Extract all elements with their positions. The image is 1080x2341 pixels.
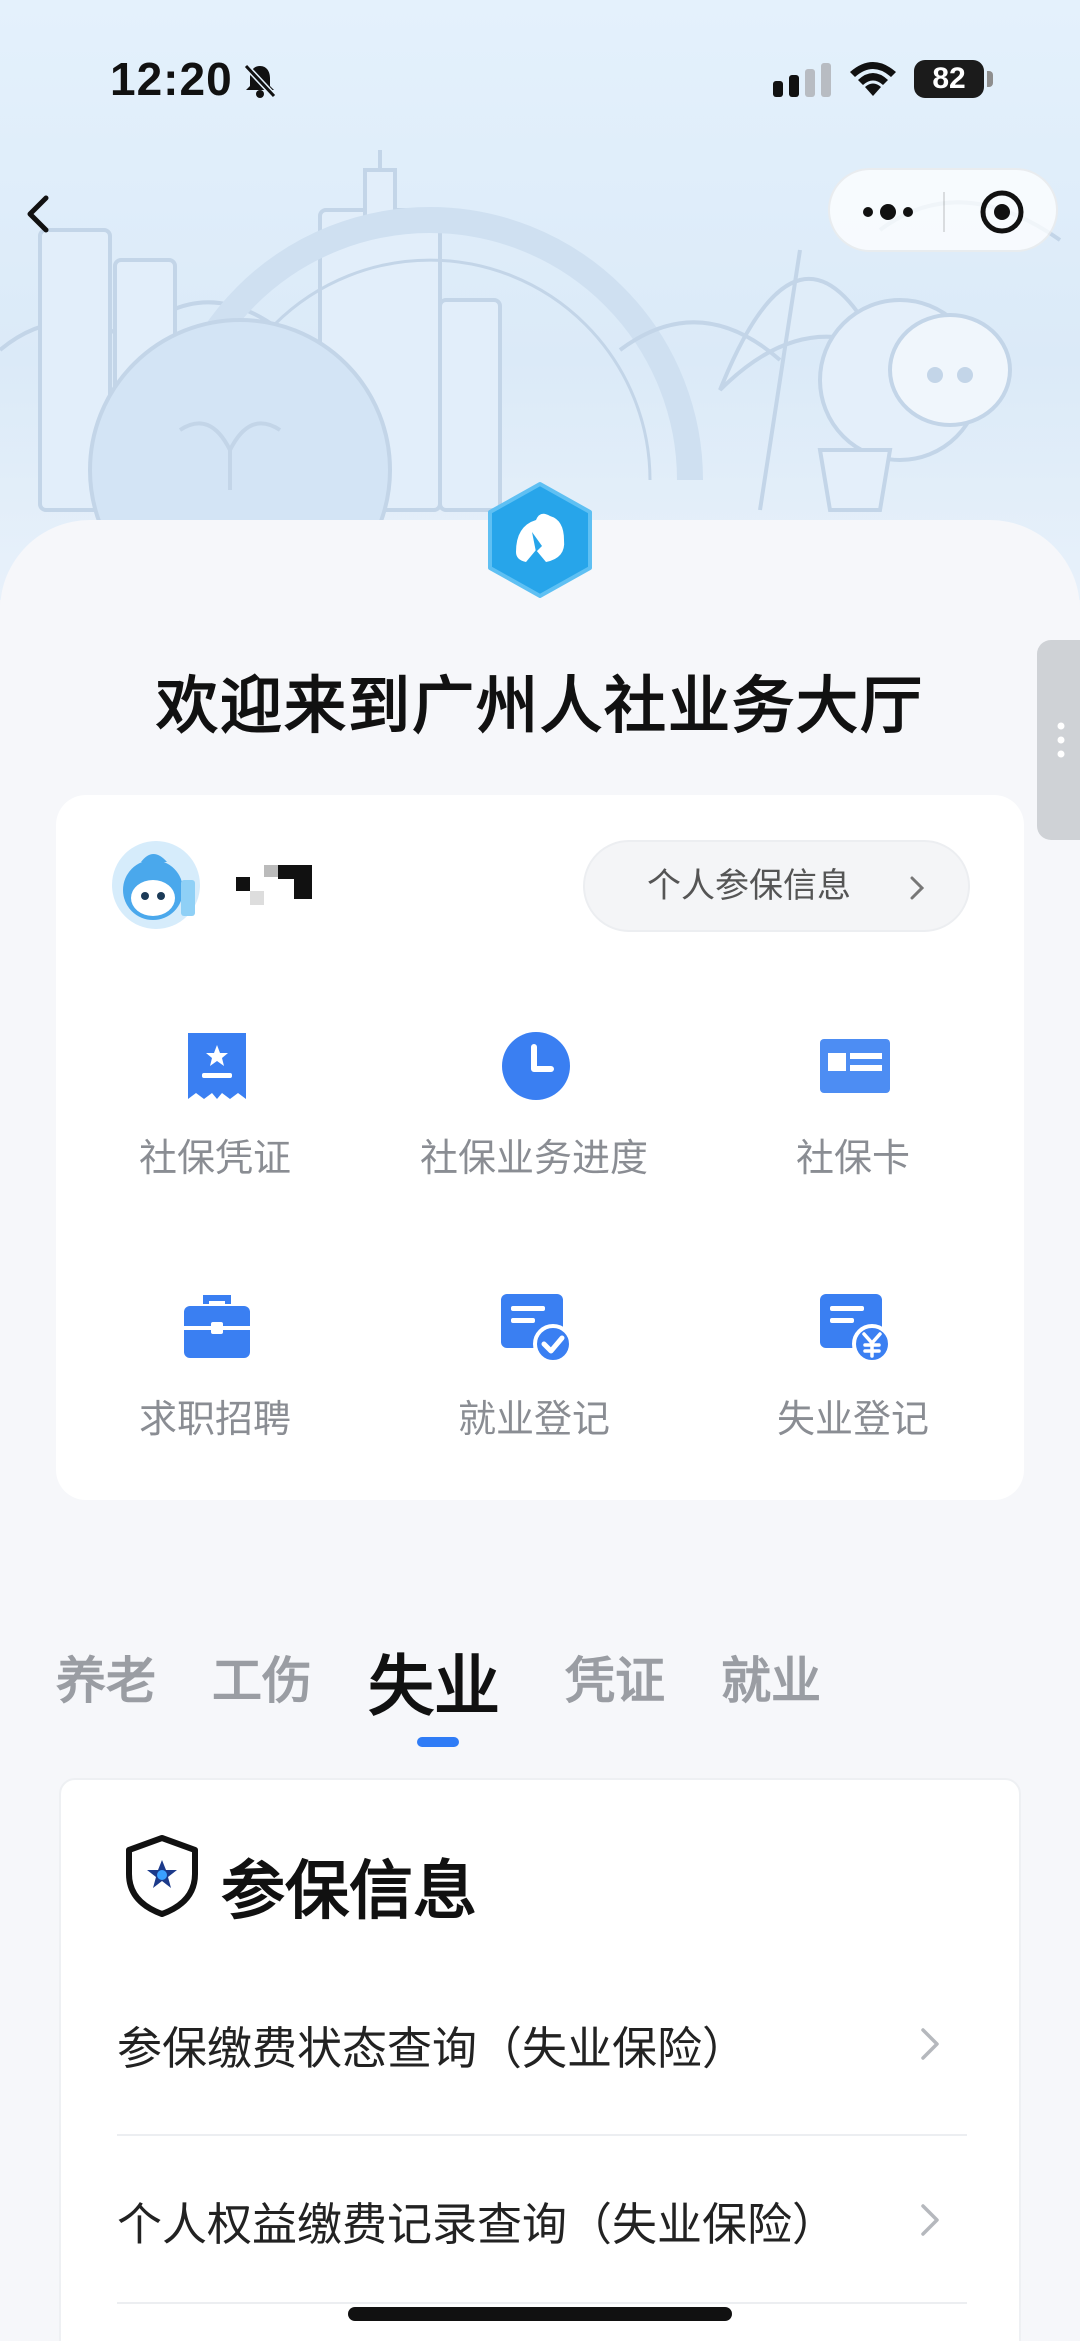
hexagon-logo-icon: [488, 482, 592, 598]
drag-dots-icon: [1057, 722, 1065, 758]
user-name-masked: [236, 865, 312, 905]
service-label: 社保卡: [795, 1136, 910, 1180]
avatar-icon[interactable]: [111, 840, 201, 930]
info-button-label: 个人参保信息: [647, 866, 851, 906]
list-item-payment-status-query[interactable]: 参保缴费状态查询（失业保险）: [117, 1960, 967, 2126]
active-tab-indicator: [417, 1737, 459, 1747]
service-social-security-certificate[interactable]: 社保凭证: [65, 1029, 365, 1229]
battery-icon: 82: [914, 60, 984, 98]
certificate-icon: [188, 1033, 246, 1099]
service-label: 求职招聘: [138, 1397, 291, 1441]
service-job-recruitment[interactable]: 求职招聘: [65, 1290, 365, 1490]
more-icon[interactable]: [860, 197, 916, 227]
register-yen-icon: [820, 1294, 892, 1364]
chevron-right-icon: [921, 2028, 939, 2060]
side-drawer-handle[interactable]: [1037, 640, 1080, 840]
capsule-divider: [943, 192, 945, 232]
service-label: 社保业务进度: [419, 1136, 648, 1180]
tab-employment[interactable]: 就业: [721, 1641, 821, 1713]
service-employment-registration[interactable]: 就业登记: [384, 1290, 684, 1490]
list-item-label: 个人权益缴费记录查询（失业保险）: [117, 2198, 838, 2251]
battery-cap: [987, 71, 993, 87]
service-label: 社保凭证: [138, 1136, 291, 1180]
wifi-icon: [850, 62, 896, 96]
shield-star-icon: [126, 1835, 198, 1917]
page-title: 欢迎来到广州人社业务大厅: [155, 669, 924, 742]
tab-pension[interactable]: 养老: [56, 1641, 156, 1713]
back-button[interactable]: [14, 190, 62, 238]
list-divider: [117, 2302, 967, 2304]
tab-unemployment[interactable]: 失业: [368, 1633, 500, 1729]
section-title: 参保信息: [221, 1855, 477, 1929]
chevron-right-icon: [910, 876, 925, 900]
bell-muted-icon: [243, 63, 277, 99]
chevron-right-icon: [921, 2204, 939, 2236]
status-bar: 12:20 82: [0, 0, 1080, 150]
battery-level: 82: [932, 62, 966, 95]
tab-work-injury[interactable]: 工伤: [212, 1641, 312, 1713]
service-social-security-card[interactable]: 社保卡: [703, 1029, 1003, 1229]
clock-icon: [502, 1032, 570, 1100]
list-item-label: 参保缴费状态查询（失业保险）: [117, 2022, 748, 2075]
target-icon[interactable]: [978, 188, 1026, 236]
service-business-progress[interactable]: 社保业务进度: [384, 1029, 684, 1229]
miniprogram-capsule: [828, 168, 1058, 252]
service-label: 就业登记: [457, 1397, 610, 1441]
home-indicator[interactable]: [348, 2307, 732, 2321]
user-card: 个人参保信息 社保凭证 社保业务进度 社保卡 求职招聘 就业登记 失业登记: [56, 795, 1024, 1500]
service-unemployment-registration[interactable]: 失业登记: [703, 1290, 1003, 1490]
service-label: 失业登记: [776, 1397, 929, 1441]
briefcase-icon: [184, 1295, 250, 1358]
personal-insurance-info-button[interactable]: 个人参保信息: [583, 840, 970, 932]
status-time: 12:20: [110, 53, 233, 105]
card-icon: [820, 1039, 890, 1093]
tab-certificate[interactable]: 凭证: [565, 1641, 665, 1713]
register-check-icon: [501, 1294, 573, 1364]
signal-icon: [773, 63, 831, 97]
insurance-info-card: 参保信息 参保缴费状态查询（失业保险） 个人权益缴费记录查询（失业保险）: [59, 1778, 1021, 2341]
list-item-payment-record-query[interactable]: 个人权益缴费记录查询（失业保险）: [117, 2136, 967, 2302]
